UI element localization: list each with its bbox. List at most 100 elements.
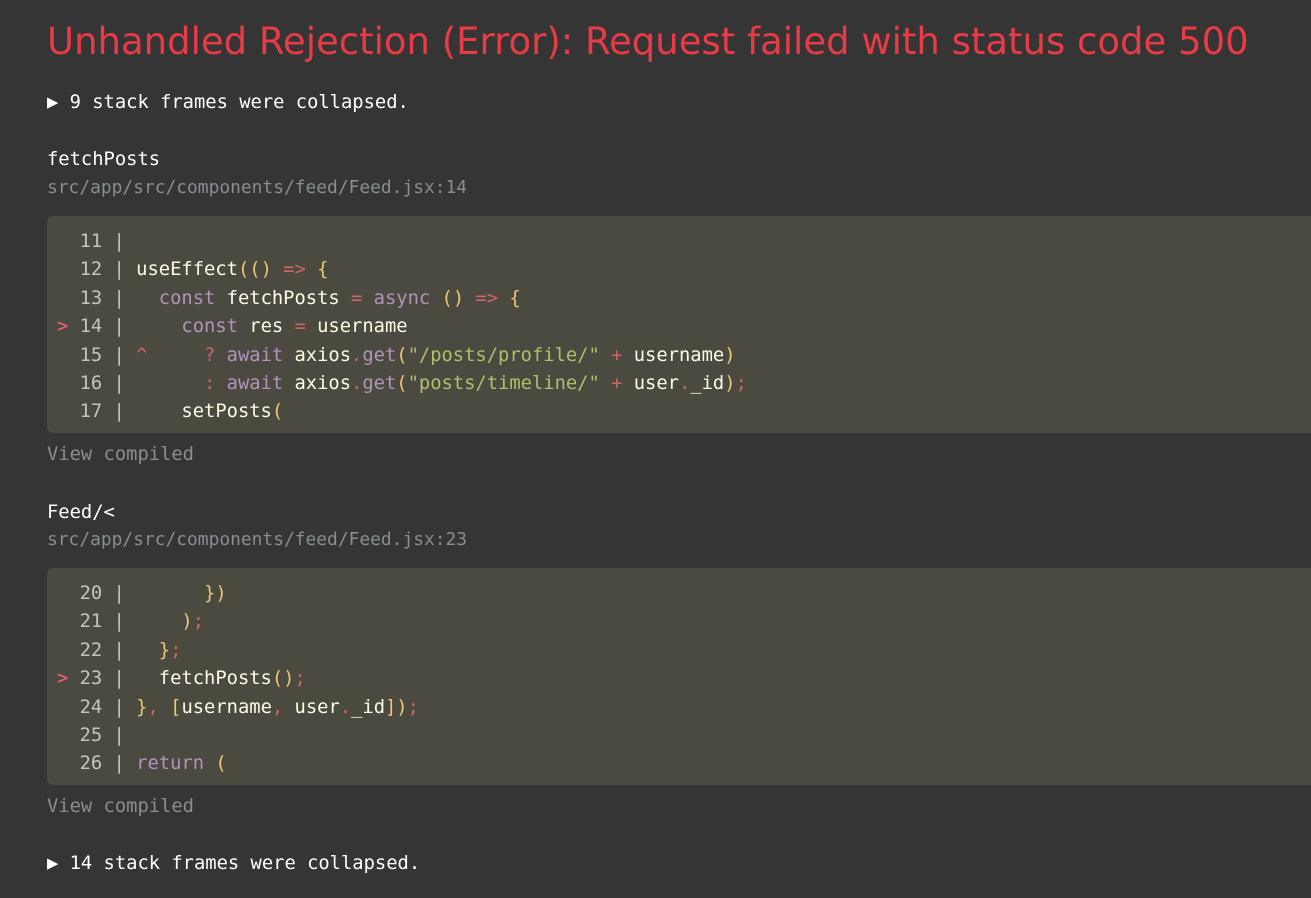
highlight-marker <box>57 401 80 422</box>
code-token: + <box>599 372 623 394</box>
code-token: get <box>362 372 397 394</box>
frame-function-name: fetchPosts <box>47 149 161 170</box>
line-number: 16 <box>79 372 103 394</box>
line-number: 11 <box>79 231 103 252</box>
gutter-divider: | <box>102 583 125 604</box>
code-token: ) <box>724 372 736 394</box>
code-token: const <box>124 287 216 309</box>
code-token: }) <box>124 583 227 604</box>
frame-function-name: Feed/< <box>47 502 115 523</box>
gutter-divider: | <box>102 259 125 281</box>
code-token: fetchPosts <box>124 668 272 690</box>
code-token: , <box>271 696 284 718</box>
code-line: 22 | }; <box>57 637 1311 665</box>
line-number: 22 <box>79 639 103 661</box>
line-number: 25 <box>79 724 103 746</box>
collapsed-frames-toggle-bottom[interactable]: ▶ 14 stack frames were collapsed. <box>47 853 420 874</box>
view-compiled-link[interactable]: View compiled <box>47 444 194 465</box>
code-token: { <box>498 287 521 309</box>
error-title: Unhandled Rejection (Error): Request fai… <box>47 20 1249 63</box>
code-token: useEffect <box>124 259 238 281</box>
highlight-marker <box>57 373 80 394</box>
code-token: "/posts/profile/" <box>407 344 600 366</box>
code-token: ]) <box>385 696 408 718</box>
code-token: . <box>678 372 691 394</box>
highlight-marker <box>57 345 80 366</box>
code-line: 26 | return ( <box>57 750 1311 778</box>
code-token: username <box>305 316 408 338</box>
code-line: 11 | <box>57 228 1311 256</box>
code-token: await <box>215 344 284 366</box>
frame-location: src/app/src/components/feed/Feed.jsx:14 <box>47 177 468 198</box>
highlight-marker <box>57 753 80 774</box>
gutter-divider: | <box>102 639 125 661</box>
code-token: => <box>464 287 499 309</box>
line-number: 14 <box>79 316 103 338</box>
code-token: ^ <box>124 344 148 366</box>
code-token: { <box>305 259 329 281</box>
code-token: ; <box>735 372 747 394</box>
gutter-divider: | <box>102 696 125 718</box>
line-number: 21 <box>79 611 103 633</box>
code-line: 15 | ^ ? await axios.get("/posts/profile… <box>57 342 1311 370</box>
code-line: > 14 | const res = username <box>57 313 1311 341</box>
code-token: return <box>124 753 205 775</box>
code-line: 13 | const fetchPosts = async () => { <box>57 285 1311 313</box>
code-line: > 23 | fetchPosts(); <box>57 665 1311 693</box>
gutter-divider: | <box>102 724 125 746</box>
code-token: ? <box>147 344 216 366</box>
gutter-divider: | <box>102 668 125 690</box>
gutter-divider: | <box>102 344 125 366</box>
line-number: 13 <box>79 287 103 309</box>
code-token: ( <box>271 401 284 423</box>
line-number: 24 <box>79 696 103 718</box>
code-token: (() <box>237 259 272 281</box>
code-frame: 11 | 12 | useEffect(() => { 13 | const f… <box>47 216 1311 433</box>
code-token: ; <box>170 639 182 661</box>
code-token: } <box>124 696 148 718</box>
highlight-marker <box>57 259 80 280</box>
code-token: ( <box>396 344 408 366</box>
code-token: , <box>147 696 159 718</box>
code-token: . <box>351 344 363 366</box>
line-number: 20 <box>79 583 103 604</box>
line-number: 23 <box>79 668 103 690</box>
code-token: ) <box>724 344 736 366</box>
highlight-marker <box>57 288 80 309</box>
code-line: 12 | useEffect(() => { <box>57 256 1311 284</box>
code-token: _id <box>690 372 725 394</box>
highlight-marker: > <box>57 668 80 690</box>
highlight-marker <box>57 583 80 604</box>
gutter-divider: | <box>102 753 125 775</box>
code-token: [ <box>158 696 182 718</box>
code-token: => <box>271 259 306 281</box>
line-number: 26 <box>79 753 103 775</box>
highlight-marker <box>57 640 80 661</box>
code-token: axios <box>283 372 352 394</box>
frame-location: src/app/src/components/feed/Feed.jsx:23 <box>47 529 468 550</box>
code-token: : <box>124 372 216 394</box>
code-token: axios <box>283 344 352 366</box>
code-token: _id <box>351 696 385 718</box>
code-frame: 20 | }) 21 | ); 22 | }; > 23 | fetchPosts… <box>47 568 1311 785</box>
code-token: ) <box>124 611 193 633</box>
code-token: = <box>339 287 363 309</box>
code-token: } <box>124 639 171 661</box>
collapsed-frames-toggle-top[interactable]: ▶ 9 stack frames were collapsed. <box>47 92 409 113</box>
code-line: 17 | setPosts( <box>57 398 1311 426</box>
code-token: ; <box>294 668 306 690</box>
gutter-divider: | <box>102 287 125 309</box>
gutter-divider: | <box>102 316 125 338</box>
line-number: 12 <box>79 259 103 281</box>
highlight-marker: > <box>57 316 80 338</box>
code-line: 16 | : await axios.get("posts/timeline/"… <box>57 370 1311 398</box>
code-token: fetchPosts <box>215 287 340 309</box>
view-compiled-link[interactable]: View compiled <box>47 796 194 817</box>
code-token: const <box>124 316 238 338</box>
code-token: ( <box>204 753 227 775</box>
highlight-marker <box>57 697 80 718</box>
code-token: . <box>339 696 352 718</box>
code-line: 24 | }, [username, user._id]); <box>57 694 1311 722</box>
code-token: . <box>351 372 363 394</box>
code-token: await <box>215 372 284 394</box>
